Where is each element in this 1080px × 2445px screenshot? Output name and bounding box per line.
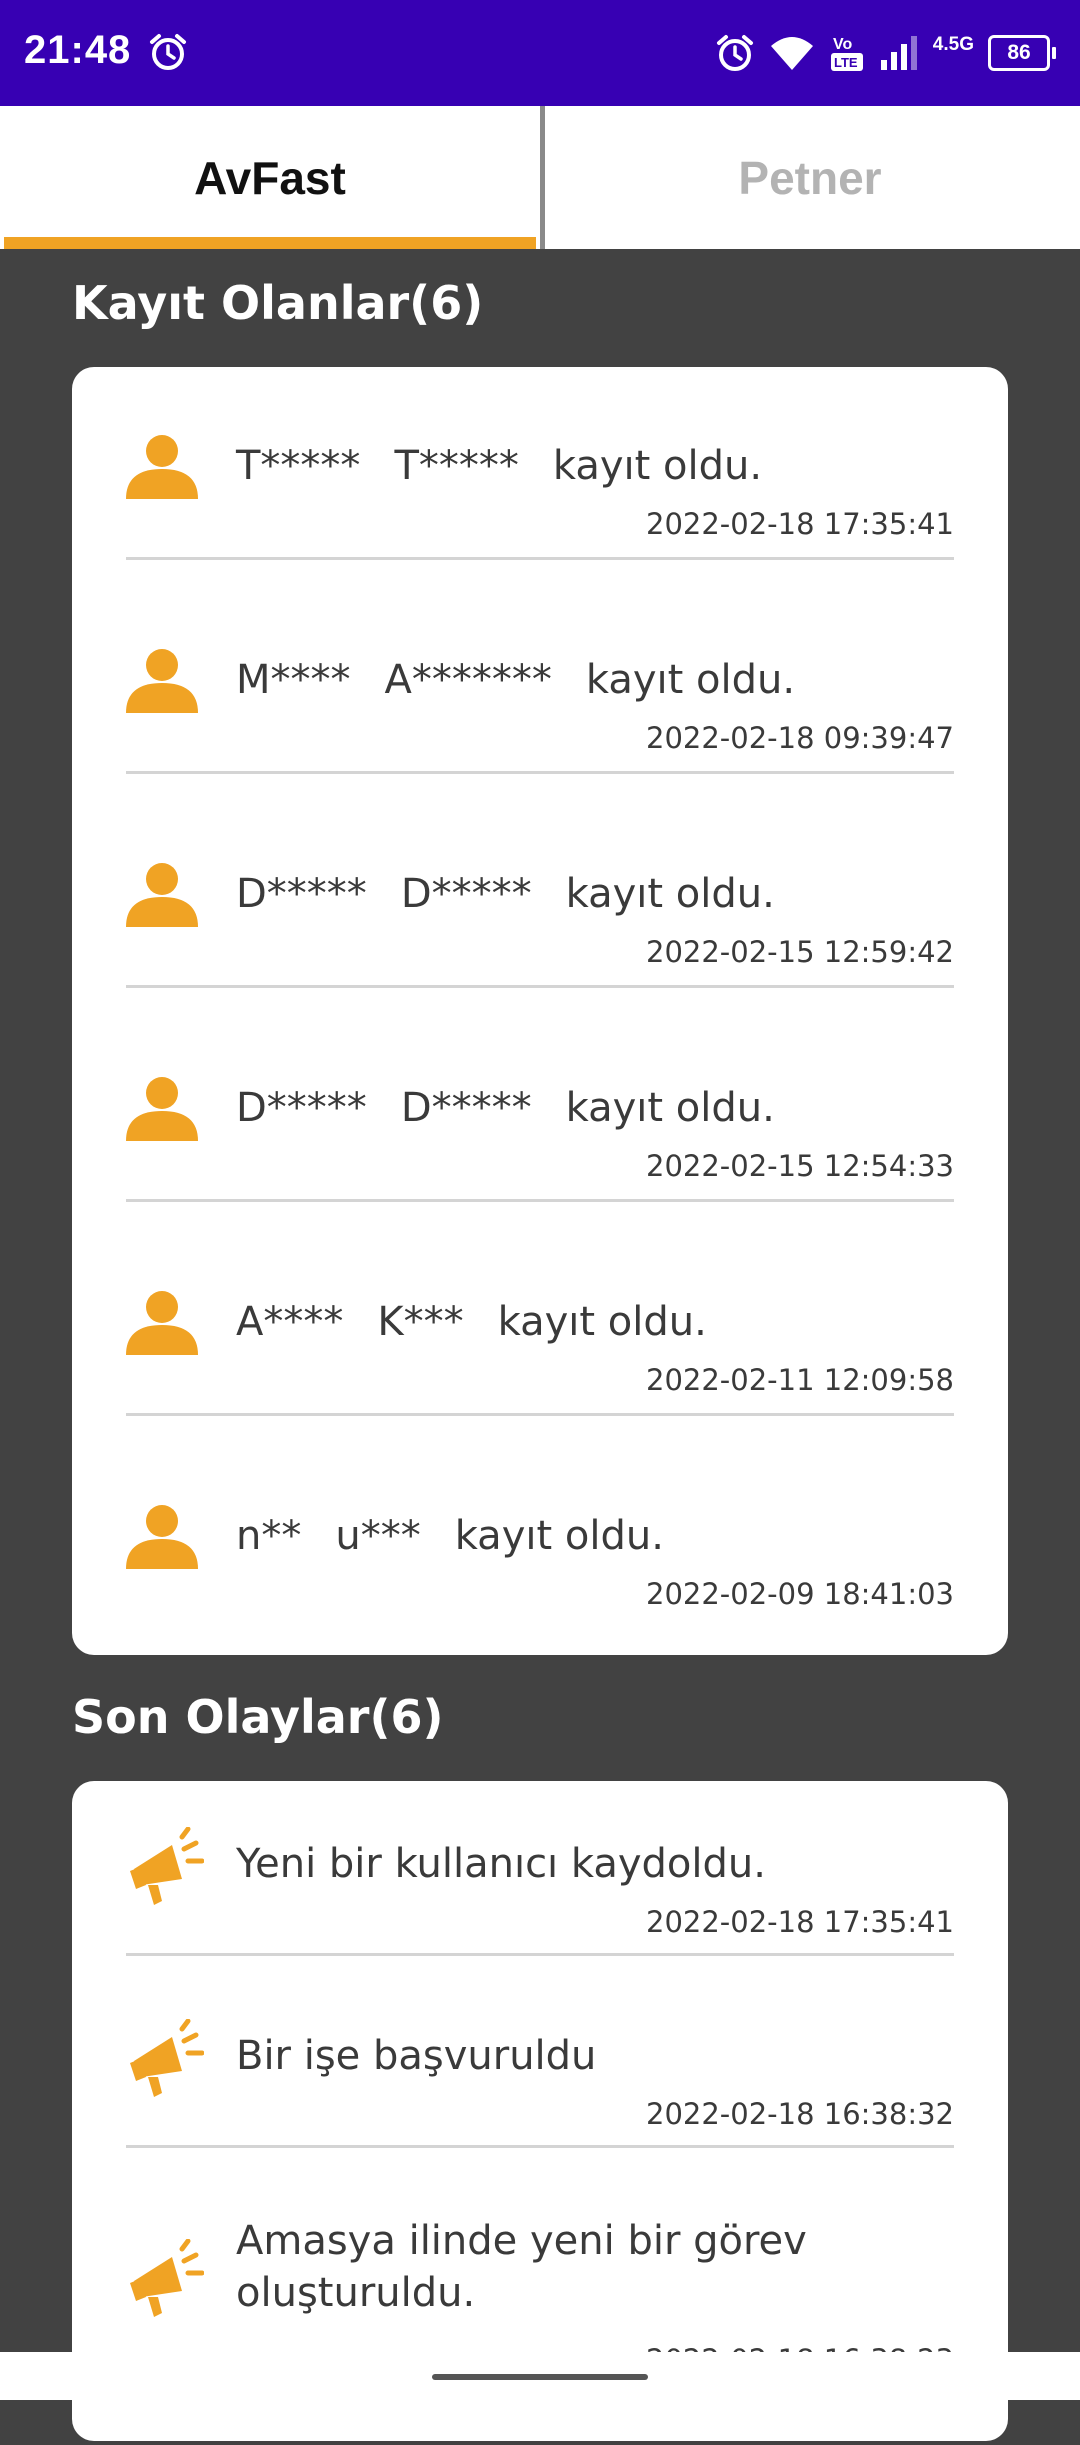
registered-list-item[interactable]: D***** D***** kayıt oldu. 2022-02-15 12:59:… — [126, 835, 954, 1049]
last-name: T***** — [394, 443, 519, 489]
first-name: A**** — [236, 1299, 344, 1345]
registered-section-title: Kayıt Olanlar(6) — [72, 276, 484, 330]
first-name: T***** — [236, 443, 361, 489]
registered-item-text: n** u*** kayıt oldu. — [236, 1513, 664, 1559]
registered-item-time: 2022-02-18 17:35:41 — [646, 507, 954, 541]
battery-icon: 86 — [988, 35, 1056, 71]
last-name: A******* — [384, 657, 552, 703]
tab-label: AvFast — [194, 151, 346, 204]
person-icon — [126, 643, 198, 719]
row-divider — [126, 557, 954, 560]
navigation-bar — [0, 2352, 1080, 2400]
registered-item-text: A**** K*** kayıt oldu. — [236, 1299, 707, 1345]
registered-suffix: kayıt oldu. — [565, 871, 775, 917]
last-name: D***** — [400, 871, 532, 917]
first-name: M**** — [236, 657, 351, 703]
registered-suffix: kayıt oldu. — [454, 1513, 664, 1559]
row-divider — [126, 771, 954, 774]
registered-item-text: T***** T***** kayıt oldu. — [236, 443, 762, 489]
registered-list-item[interactable]: n** u*** kayıt oldu. 2022-02-09 18:41:03 — [126, 1477, 954, 1691]
event-list-item[interactable]: Yeni bir kullanıcı kaydoldu. 2022-02-18 1… — [126, 1821, 954, 2013]
first-name: D***** — [236, 871, 367, 917]
registered-list-item[interactable]: T***** T***** kayıt oldu. 2022-02-18 17:35:… — [126, 407, 954, 621]
registered-suffix: kayıt oldu. — [497, 1299, 707, 1345]
alarm-icon — [150, 34, 186, 70]
tab-indicator — [4, 237, 536, 249]
registered-item-text: D***** D***** kayıt oldu. — [236, 1085, 775, 1131]
person-icon — [126, 429, 198, 505]
row-divider — [126, 1413, 954, 1416]
registered-item-time: 2022-02-15 12:54:33 — [646, 1149, 954, 1183]
registered-item-time: 2022-02-09 18:41:03 — [646, 1577, 954, 1611]
tab-petner[interactable]: Petner — [540, 106, 1080, 249]
last-name: u*** — [335, 1513, 421, 1559]
home-gesture-handle[interactable] — [432, 2374, 648, 2380]
events-section-title: Son Olaylar(6) — [72, 1690, 444, 1744]
registered-item-text: M**** A******* kayıt oldu. — [236, 657, 795, 703]
tab-avfast[interactable]: AvFast — [0, 106, 540, 249]
event-item-time: 2022-02-18 17:35:41 — [646, 1905, 954, 1939]
status-bar: 21:48 Vo LTE 4.5G 86 — [0, 0, 1080, 106]
registered-item-text: D***** D***** kayıt oldu. — [236, 871, 775, 917]
registered-item-time: 2022-02-18 09:39:47 — [646, 721, 954, 755]
last-name: K*** — [377, 1299, 464, 1345]
megaphone-icon — [126, 2238, 205, 2325]
event-item-text: Bir işe başvuruldu — [236, 2033, 597, 2079]
network-type: 4.5G — [932, 34, 974, 55]
registered-suffix: kayıt oldu. — [585, 657, 796, 703]
row-divider — [126, 1199, 954, 1202]
megaphone-icon — [126, 2018, 205, 2105]
registered-suffix: kayıt oldu. — [565, 1085, 775, 1131]
alarm-icon — [716, 35, 753, 71]
tab-divider — [540, 106, 545, 249]
volte-icon: Vo LTE — [830, 36, 863, 71]
status-time: 21:48 — [24, 28, 132, 72]
person-icon — [126, 857, 198, 933]
registered-list-item[interactable]: A**** K*** kayıt oldu. 2022-02-11 12:09:58 — [126, 1263, 954, 1477]
event-item-time: 2022-02-18 16:38:32 — [646, 2097, 954, 2131]
signal-icon — [880, 36, 917, 70]
event-list-item[interactable]: Bir işe başvuruldu 2022-02-18 16:38:32 — [126, 2013, 954, 2205]
row-divider — [126, 985, 954, 988]
event-item-text: Amasya ilinde yeni bir görev oluşturuldu… — [236, 2218, 807, 2316]
person-icon — [126, 1499, 198, 1575]
registered-item-time: 2022-02-11 12:09:58 — [646, 1363, 954, 1397]
person-icon — [126, 1071, 198, 1147]
event-list-item[interactable]: Amasya ilinde yeni bir görev oluşturuldu… — [126, 2205, 954, 2445]
event-item-text: Yeni bir kullanıcı kaydoldu. — [236, 1841, 766, 1887]
person-icon — [126, 1285, 198, 1361]
battery-level: 86 — [988, 35, 1050, 71]
svg-text:Vo: Vo — [833, 36, 852, 53]
registered-list-item[interactable]: D***** D***** kayıt oldu. 2022-02-15 12:54:… — [126, 1049, 954, 1263]
registered-item-time: 2022-02-15 12:59:42 — [646, 935, 954, 969]
registered-list-item[interactable]: M**** A******* kayıt oldu. 2022-02-18 09:39… — [126, 621, 954, 835]
first-name: D***** — [236, 1085, 367, 1131]
row-divider — [126, 2145, 954, 2148]
svg-text:LTE: LTE — [834, 55, 858, 70]
last-name: D***** — [400, 1085, 532, 1131]
wifi-icon — [770, 37, 813, 70]
status-icons: Vo LTE 4.5G 86 — [715, 26, 1056, 80]
row-divider — [126, 1953, 954, 1956]
first-name: n** — [236, 1513, 302, 1559]
registered-suffix: kayıt oldu. — [552, 443, 763, 489]
tab-label: Petner — [738, 151, 882, 204]
megaphone-icon — [126, 1826, 205, 1913]
